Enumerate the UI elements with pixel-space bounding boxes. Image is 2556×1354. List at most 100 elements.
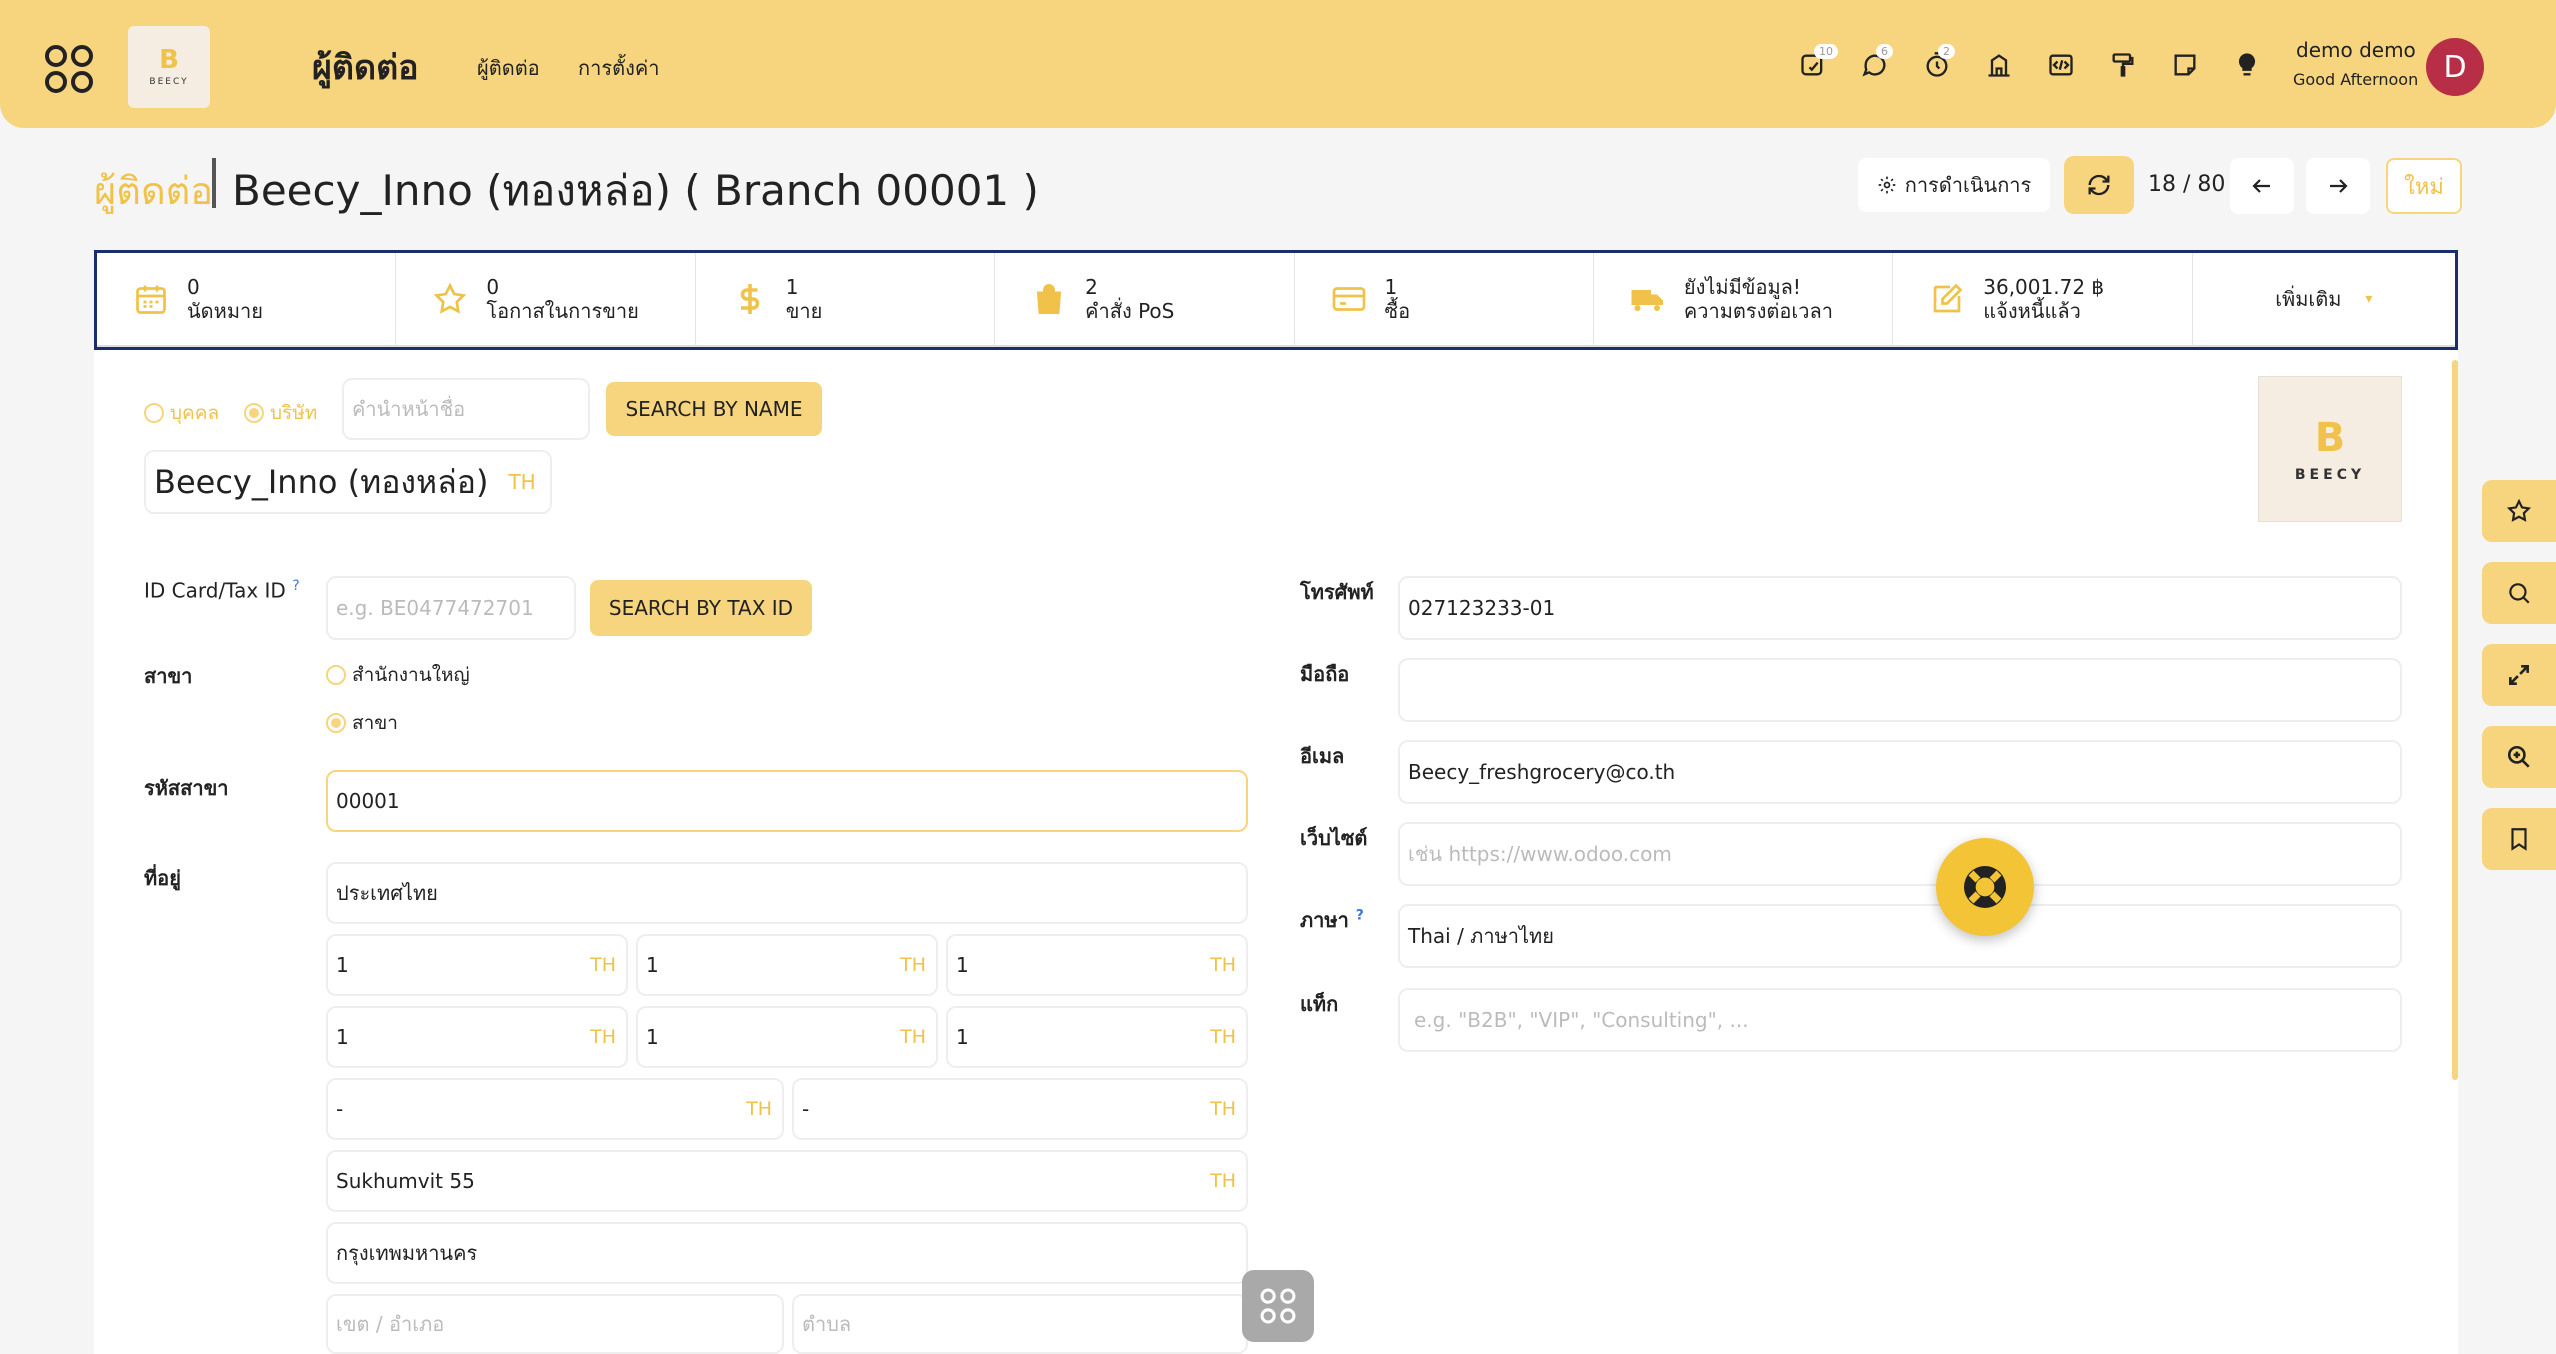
smart-value: 36,001.72 ฿ — [1983, 275, 2105, 299]
radio-branch[interactable]: สาขา — [326, 708, 398, 738]
radio-person[interactable]: บุคคล — [144, 398, 219, 428]
phone-input[interactable]: 027123233-01 — [1398, 576, 2402, 640]
expand-button[interactable] — [2482, 644, 2556, 706]
province-input[interactable]: กรุงเทพมหานคร — [326, 1222, 1248, 1284]
lang-tag[interactable]: TH — [590, 1026, 616, 1048]
sticky-note-icon — [2174, 54, 2196, 76]
nav-item-settings[interactable]: การตั้งค่า — [578, 52, 659, 84]
lang-tag[interactable]: TH — [900, 954, 926, 976]
lang-tag[interactable]: TH — [900, 1026, 926, 1048]
email-input[interactable]: Beecy_freshgrocery@co.th — [1398, 740, 2402, 804]
branch-code-input[interactable]: 00001 — [326, 770, 1248, 832]
help-lifebuoy-button[interactable] — [1936, 838, 2034, 936]
timer-button[interactable]: 2 — [1906, 44, 1968, 86]
lang-tag[interactable]: TH — [1210, 1026, 1236, 1048]
expand-icon — [2509, 665, 2529, 685]
smart-button-purchases[interactable]: 1 ซื้อ — [1294, 253, 1594, 347]
app-title[interactable]: ผู้ติดต่อ — [312, 40, 419, 94]
search-by-name-button[interactable]: SEARCH BY NAME — [606, 382, 822, 436]
lifebuoy-icon — [1964, 866, 2006, 908]
favorite-button[interactable] — [2482, 480, 2556, 542]
arrow-left-icon — [2252, 179, 2270, 193]
company-logo[interactable]: B BEECY — [128, 26, 210, 108]
lang-tag[interactable]: TH — [1210, 1098, 1236, 1120]
smart-label: คำสั่ง PoS — [1085, 299, 1175, 323]
help-icon[interactable]: ? — [292, 578, 299, 594]
lang-tag[interactable]: TH — [1210, 1170, 1236, 1192]
search-by-tax-id-button[interactable]: SEARCH BY TAX ID — [590, 580, 812, 636]
search-button[interactable] — [2482, 562, 2556, 624]
new-record-button[interactable]: ใหม่ — [2386, 158, 2462, 214]
radio-company[interactable]: บริษัท — [244, 398, 317, 428]
smart-button-opportunities[interactable]: 0 โอกาสในการขาย — [396, 253, 696, 347]
company-switch-button[interactable] — [1968, 44, 2030, 86]
debug-button[interactable] — [2030, 44, 2092, 86]
smart-button-more[interactable]: เพิ่มเติม ▾ — [2192, 253, 2455, 347]
zoom-button[interactable] — [2482, 726, 2556, 788]
apps-menu-icon[interactable] — [44, 44, 94, 94]
smart-label: ซื้อ — [1384, 299, 1411, 323]
mobile-input[interactable] — [1398, 658, 2402, 722]
address-field[interactable]: 1 TH — [636, 934, 938, 996]
previous-record-button[interactable] — [2230, 158, 2294, 214]
address-field[interactable]: - TH — [326, 1078, 784, 1140]
pager-value[interactable]: 18 / 80 — [2148, 172, 2225, 197]
field-value: กรุงเทพมหานคร — [336, 1241, 478, 1265]
user-name[interactable]: demo demo — [2296, 38, 2416, 62]
district-input[interactable]: เขต / อำเภอ — [326, 1294, 784, 1354]
address-field[interactable]: 1 TH — [326, 934, 628, 996]
website-input[interactable]: เช่น https://www.odoo.com — [1398, 822, 2402, 886]
smart-button-sales[interactable]: 1 ขาย — [695, 253, 996, 347]
field-value: 1 — [956, 1025, 969, 1049]
address-field[interactable]: 1 TH — [326, 1006, 628, 1068]
action-button[interactable]: การดำเนินการ — [1858, 158, 2050, 212]
label-text: ภาษา — [1300, 908, 1349, 932]
radio-head-office[interactable]: สำนักงานใหญ่ — [326, 660, 470, 690]
field-value: 1 — [336, 1025, 349, 1049]
field-value: Beecy_freshgrocery@co.th — [1408, 760, 1676, 784]
smart-value: 0 — [187, 275, 200, 299]
theme-button[interactable] — [2092, 44, 2154, 86]
field-value: 00001 — [336, 789, 400, 813]
help-icon[interactable]: ? — [1356, 907, 1364, 923]
address-field[interactable]: - TH — [792, 1078, 1248, 1140]
notes-button[interactable] — [2154, 44, 2216, 86]
lang-tag[interactable]: TH — [1210, 954, 1236, 976]
tips-button[interactable] — [2216, 44, 2278, 86]
lang-tag[interactable]: TH — [508, 470, 535, 494]
smart-value: ยังไม่มีข้อมูล! — [1683, 275, 1801, 299]
lang-tag[interactable]: TH — [590, 954, 616, 976]
lang-tag[interactable]: TH — [746, 1098, 772, 1120]
title-input[interactable]: คำนำหน้าชื่อ — [342, 378, 590, 440]
language-select[interactable]: Thai / ภาษาไทย — [1398, 904, 2402, 968]
bookmark-button[interactable] — [2482, 808, 2556, 870]
tax-id-input[interactable]: e.g. BE0477472701 — [326, 576, 576, 640]
tags-input[interactable]: e.g. "B2B", "VIP", "Consulting", ... — [1398, 988, 2402, 1052]
name-input[interactable]: Beecy_Inno (ทองหล่อ) TH — [144, 450, 552, 514]
country-input[interactable]: ประเทศไทย — [326, 862, 1248, 924]
smart-button-invoiced[interactable]: 36,001.72 ฿แจ้งหนี้แล้ว — [1893, 253, 2193, 347]
subdistrict-input[interactable]: ตำบล — [792, 1294, 1248, 1354]
smart-value: 2 — [1085, 275, 1098, 299]
nav-item-contacts[interactable]: ผู้ติดต่อ — [477, 52, 540, 84]
scrollbar-thumb[interactable] — [2452, 360, 2458, 1080]
field-value: - — [802, 1097, 810, 1121]
bottom-apps-button[interactable] — [1242, 1270, 1314, 1342]
partner-image[interactable]: B BEECY — [2258, 376, 2402, 522]
smart-button-on-time-rate[interactable]: ยังไม่มีข้อมูล! ความตรงต่อเวลา — [1593, 253, 1894, 347]
smart-button-pos-orders[interactable]: 2 คำสั่ง PoS — [995, 253, 1295, 347]
street-input[interactable]: Sukhumvit 55 TH — [326, 1150, 1248, 1212]
breadcrumb-parent[interactable]: ผู้ติดต่อ — [94, 160, 213, 221]
field-value: ประเทศไทย — [336, 881, 438, 905]
user-avatar[interactable]: D — [2426, 38, 2484, 96]
address-field[interactable]: 1 TH — [946, 934, 1248, 996]
field-value: Sukhumvit 55 — [336, 1169, 475, 1193]
refresh-button[interactable] — [2064, 156, 2134, 214]
field-value: 027123233-01 — [1408, 596, 1556, 620]
next-record-button[interactable] — [2306, 158, 2370, 214]
messages-button[interactable]: 6 — [1844, 44, 1906, 86]
address-field[interactable]: 1 TH — [946, 1006, 1248, 1068]
activity-button[interactable]: 10 — [1782, 44, 1844, 86]
smart-button-meetings[interactable]: 0 นัดหมาย — [97, 253, 397, 347]
address-field[interactable]: 1 TH — [636, 1006, 938, 1068]
